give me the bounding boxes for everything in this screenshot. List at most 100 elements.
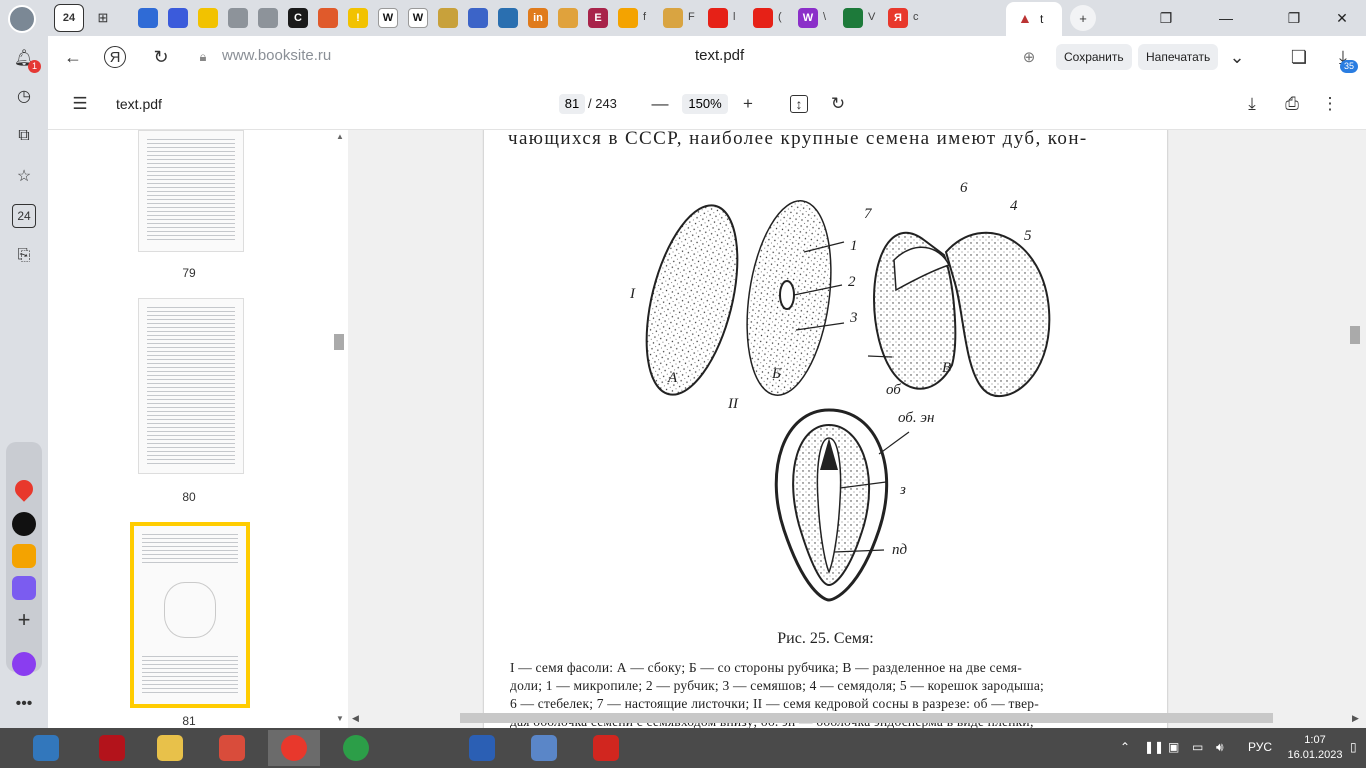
translate-icon[interactable]: ⊕	[1016, 44, 1042, 70]
maximize-button[interactable]: ❐	[1272, 0, 1316, 36]
file-manager-icon[interactable]	[144, 730, 196, 766]
print-icon[interactable]: ⎙	[1280, 92, 1304, 116]
minimize-button[interactable]: —	[1204, 0, 1248, 36]
collections-icon[interactable]: ⧉	[12, 124, 36, 148]
font-icon[interactable]	[168, 8, 188, 28]
messenger-icon[interactable]	[12, 576, 36, 600]
wikipedia-icon[interactable]: W	[408, 8, 428, 28]
scroll-right-icon[interactable]: ▶	[1352, 713, 1359, 724]
add-panel-icon[interactable]: +	[12, 607, 36, 632]
paint-icon[interactable]	[206, 730, 258, 766]
emblem-icon[interactable]	[438, 8, 458, 28]
globe-icon[interactable]	[498, 8, 518, 28]
youtube-icon[interactable]	[708, 8, 728, 28]
menu-icon[interactable]: ☰	[68, 92, 92, 116]
more-options-icon[interactable]: ⋮	[1318, 92, 1342, 116]
page-number-input[interactable]: 81	[559, 94, 585, 114]
vertical-scrollbar[interactable]	[1350, 326, 1360, 344]
reload-icon[interactable]: ↻	[148, 44, 174, 70]
thumbnail-panel: 79 80 81 ▲ ▼	[48, 130, 348, 728]
search-tool-icon[interactable]	[518, 730, 570, 766]
clock[interactable]: 1:07 16.01.2023	[1286, 733, 1344, 763]
url-host[interactable]: www.booksite.ru	[222, 47, 331, 64]
scroll-down-icon[interactable]: ▼	[336, 714, 344, 723]
new-tab-button[interactable]: +	[1070, 5, 1096, 31]
youtube-icon[interactable]	[753, 8, 773, 28]
thumbnail-scrollbar[interactable]: ▲ ▼	[334, 132, 344, 728]
chrome-icon[interactable]	[330, 730, 382, 766]
clock-date: 16.01.2023	[1287, 749, 1343, 761]
chevron-down-icon[interactable]: ⌄	[1224, 44, 1250, 70]
wikipedia-icon[interactable]: W	[378, 8, 398, 28]
history-icon[interactable]: ◷	[12, 84, 36, 108]
circle-icon[interactable]	[843, 8, 863, 28]
yandex-icon[interactable]: Я	[104, 46, 126, 68]
exclamation-icon[interactable]: !	[348, 8, 368, 28]
fit-page-icon[interactable]: ↕	[790, 95, 808, 113]
figure-label-roman-2: II	[728, 396, 738, 412]
save-button[interactable]: Сохранить	[1056, 44, 1132, 70]
page-total: / 243	[588, 96, 617, 111]
profile-avatar[interactable]	[8, 5, 36, 33]
print-button[interactable]: Напечатать	[1138, 44, 1219, 70]
tray-app-icon[interactable]: ▣	[1168, 740, 1179, 754]
extensions-icon[interactable]: ❏	[1286, 44, 1312, 70]
more-icon[interactable]: •••	[12, 692, 36, 716]
zoom-input[interactable]: 150%	[682, 94, 728, 114]
c-icon[interactable]: C	[288, 8, 308, 28]
back-icon[interactable]: ←	[60, 44, 86, 70]
word-icon[interactable]	[456, 730, 508, 766]
power-icon[interactable]	[86, 730, 138, 766]
thumbnail-page-80[interactable]	[138, 298, 244, 474]
alice-icon[interactable]	[12, 512, 36, 536]
flag-icon[interactable]	[468, 8, 488, 28]
edge-icon[interactable]	[20, 730, 72, 766]
notification-center-icon[interactable]: ▯	[1350, 740, 1357, 754]
yandex-browser-icon[interactable]	[268, 730, 320, 766]
zen-24-icon[interactable]: 24	[12, 204, 36, 228]
thumbnail-page-81[interactable]	[130, 522, 250, 708]
figure-label-7: 7	[864, 206, 872, 222]
zoom-in-icon[interactable]: +	[736, 92, 760, 116]
zoom-out-icon[interactable]: —	[648, 92, 672, 116]
active-tab[interactable]: ▲ t	[1006, 2, 1062, 36]
arrow-icon[interactable]	[318, 8, 338, 28]
tab-24[interactable]: 24	[54, 4, 84, 32]
close-button[interactable]: ✕	[1320, 0, 1364, 36]
scroll-up-icon[interactable]: ▲	[336, 132, 344, 141]
figure-label-pd: пд	[892, 542, 908, 558]
w-icon[interactable]: W	[798, 8, 818, 28]
page-body-text: чающихся в СССР, наиболее крупные семена…	[508, 130, 1088, 149]
bookmarks-icon[interactable]: ☆	[12, 164, 36, 188]
document-icon[interactable]	[258, 8, 278, 28]
yandex-icon[interactable]: Я	[888, 8, 908, 28]
alice-assistant-icon[interactable]	[12, 652, 36, 676]
horizontal-scrollbar[interactable]	[460, 713, 1273, 723]
thumbnail-page-79[interactable]	[138, 130, 244, 252]
lock-icon[interactable]: 🔒︎	[190, 44, 216, 70]
rotate-icon[interactable]: ↻	[826, 92, 850, 116]
v-icon[interactable]	[663, 8, 683, 28]
e-icon[interactable]: E	[588, 8, 608, 28]
acrobat-icon[interactable]	[580, 730, 632, 766]
tray-app-icon[interactable]: ❚❚	[1144, 740, 1164, 754]
lightbulb-icon[interactable]	[198, 8, 218, 28]
google-drive-icon[interactable]	[138, 8, 158, 28]
mail-icon[interactable]	[618, 8, 638, 28]
download-icon[interactable]: ⤓	[1240, 92, 1264, 116]
mail-icon[interactable]	[12, 544, 36, 568]
file-manager-icon-glyph	[157, 735, 183, 761]
tabs-menu-icon[interactable]: ❐	[1144, 0, 1188, 36]
document-icon[interactable]	[228, 8, 248, 28]
figure-label-6: 6	[960, 180, 968, 196]
battery-icon[interactable]: ▭	[1192, 740, 1203, 754]
tray-up-icon[interactable]: ⌃	[1120, 740, 1130, 754]
volume-icon[interactable]: 🔊︎	[1216, 740, 1224, 755]
in-icon[interactable]: in	[528, 8, 548, 28]
language-indicator[interactable]: РУС	[1248, 740, 1272, 754]
screenshot-icon[interactable]: ⎘	[12, 244, 36, 268]
scroll-left-icon[interactable]: ◀	[352, 713, 359, 724]
stripes-icon[interactable]	[558, 8, 578, 28]
scroll-thumb[interactable]	[334, 334, 344, 350]
add-tab-group-icon[interactable]: ⊞	[88, 4, 118, 32]
